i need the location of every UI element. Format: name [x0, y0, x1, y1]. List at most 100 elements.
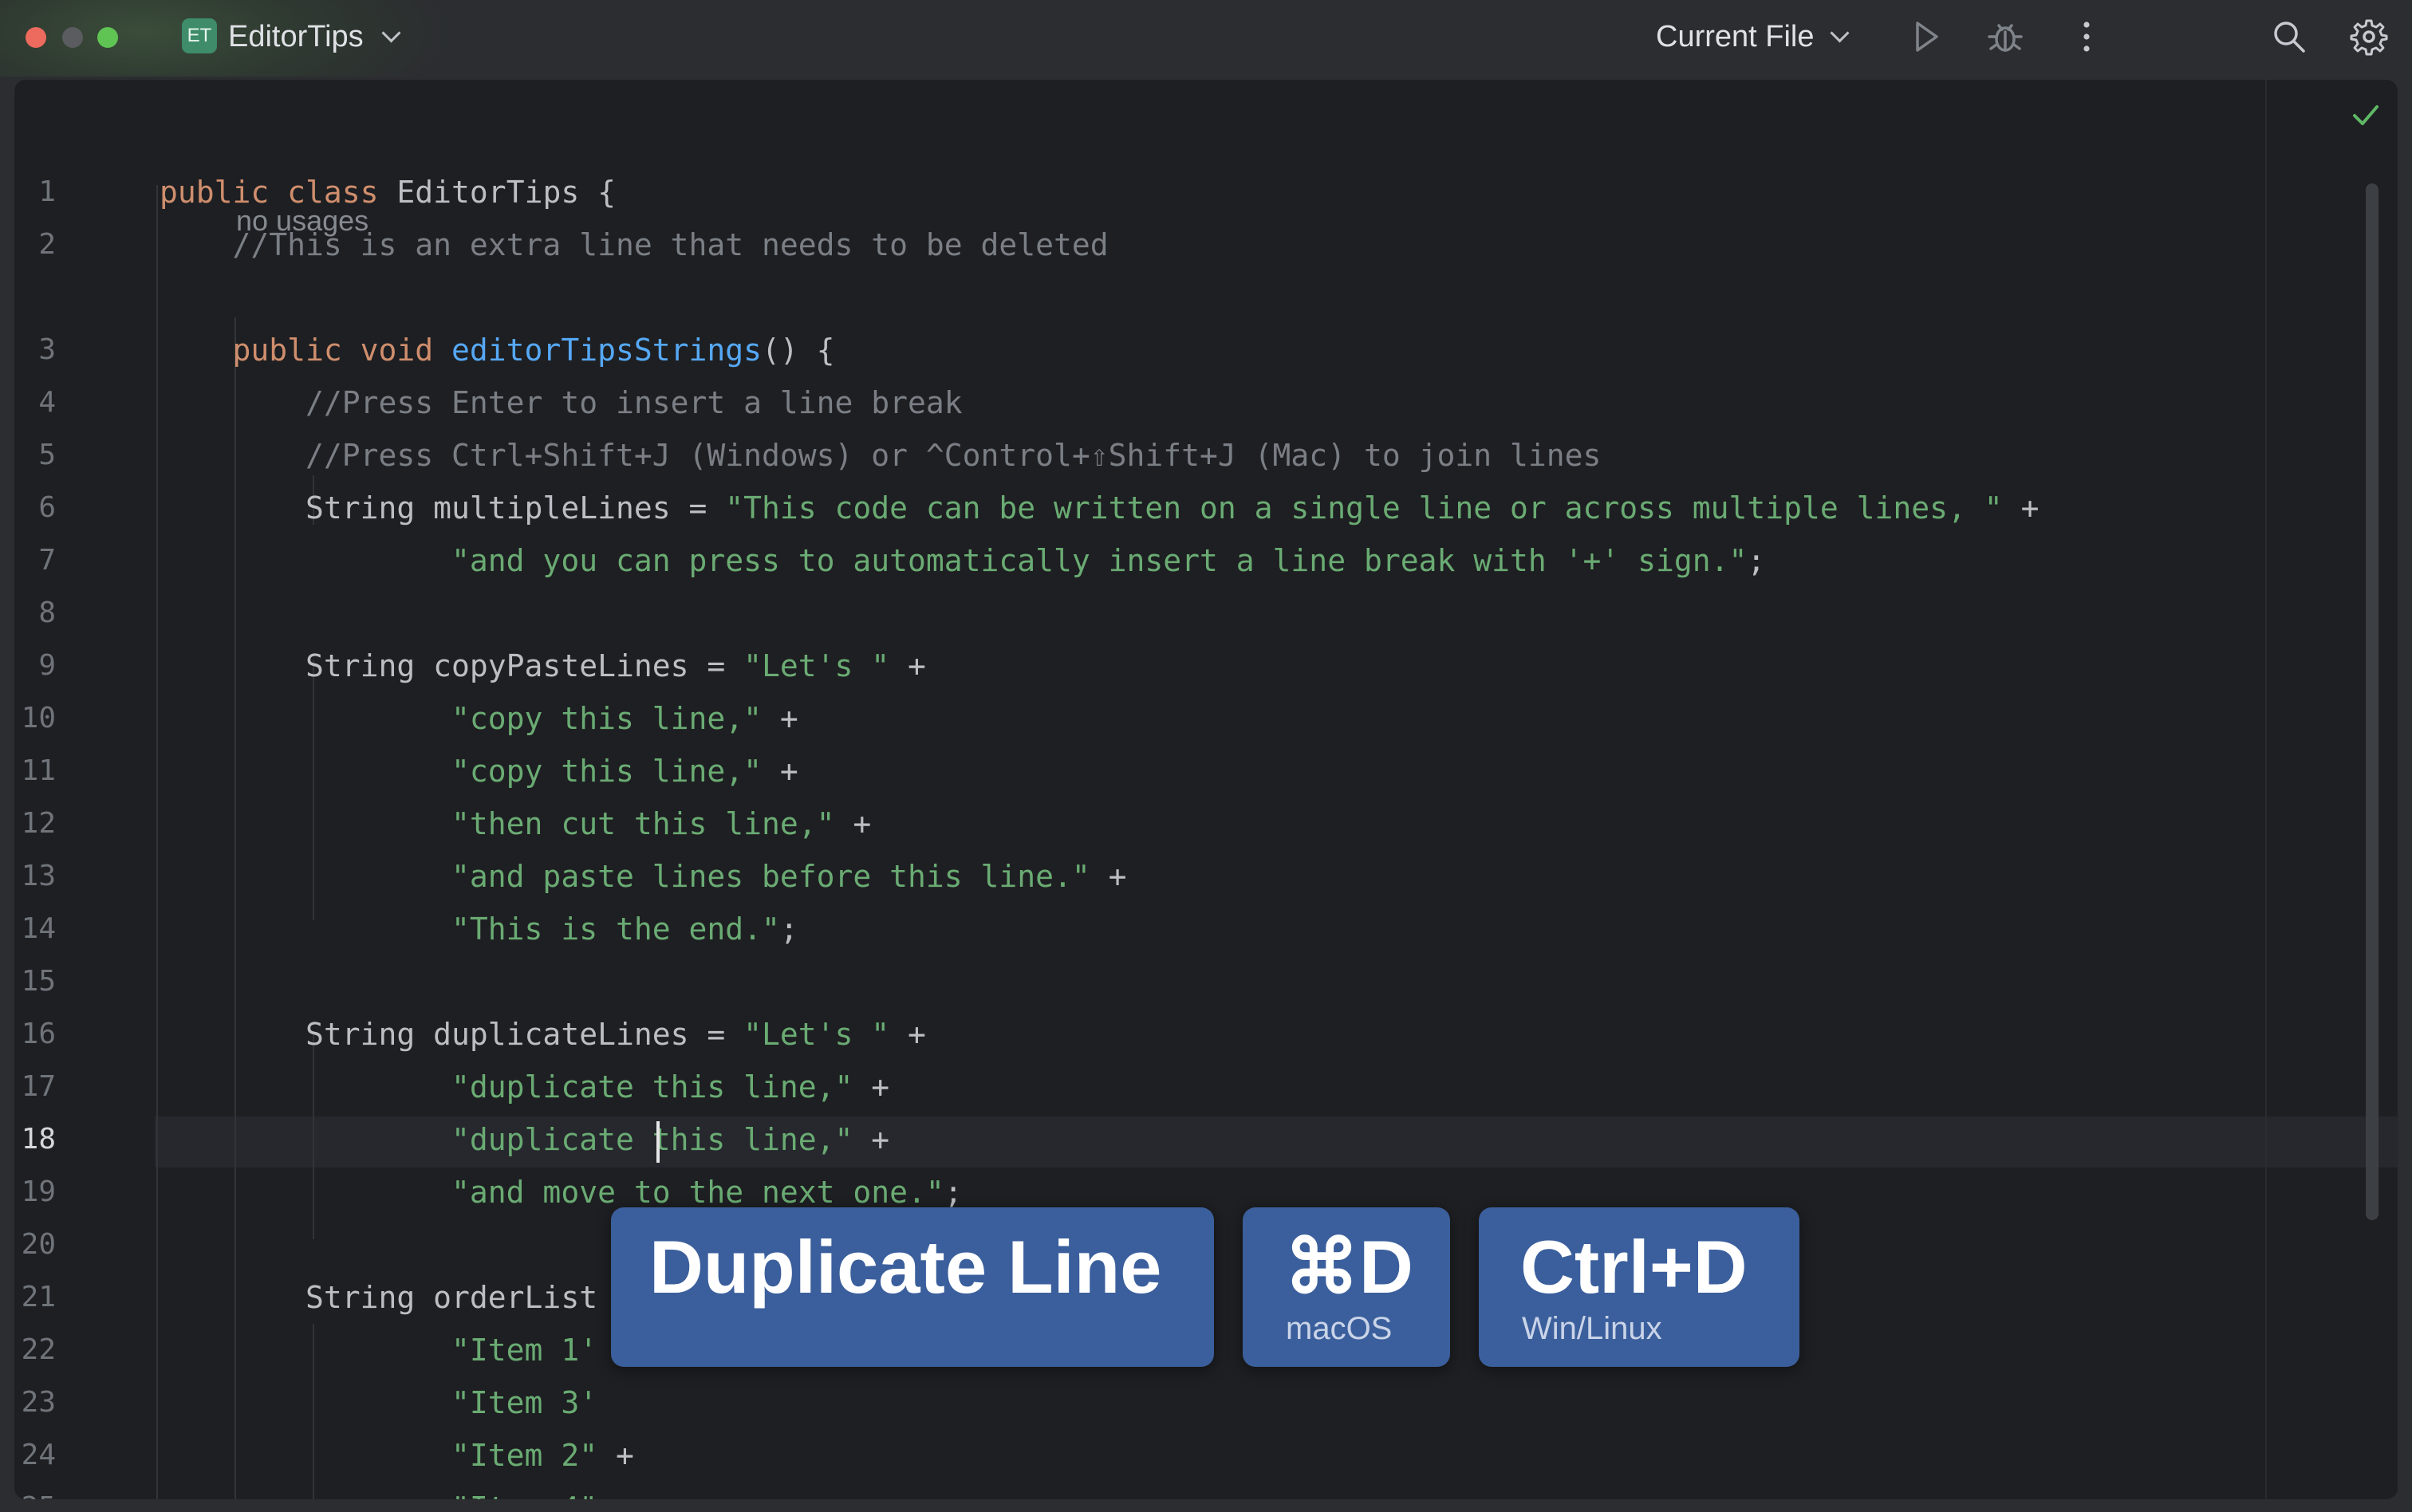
code-token: //Press Ctrl+Shift+J (Windows) or ^Contr…: [160, 438, 1602, 473]
code-token: ;: [597, 1490, 616, 1499]
code-line[interactable]: public class EditorTips {: [160, 166, 616, 219]
line-number[interactable]: 23: [14, 1376, 56, 1429]
mac-shortcut-keys: ⌘D: [1284, 1225, 1413, 1309]
code-token: +: [853, 1122, 890, 1157]
line-number[interactable]: 25: [14, 1482, 56, 1499]
code-token: +: [761, 754, 798, 789]
line-number[interactable]: 11: [14, 745, 56, 797]
line-number[interactable]: 2: [14, 219, 56, 271]
code-line[interactable]: "copy this line," +: [160, 745, 798, 797]
code-line[interactable]: String duplicateLines = "Let's " +: [160, 1008, 926, 1061]
line-number[interactable]: 14: [14, 903, 56, 955]
line-number[interactable]: 21: [14, 1271, 56, 1324]
code-token: "This code can be written on a single li…: [725, 490, 2003, 526]
run-icon[interactable]: [1905, 16, 1946, 57]
gear-icon[interactable]: [2348, 16, 2390, 57]
code-line[interactable]: //Press Enter to insert a line break: [160, 376, 963, 429]
code-token: "and paste lines before this line.": [160, 859, 1090, 894]
code-line[interactable]: "Item 4";: [160, 1482, 616, 1499]
code-line[interactable]: public void editorTipsStrings() {: [160, 324, 835, 376]
text-caret: [656, 1121, 660, 1163]
code-token: "and move to the next one.": [160, 1175, 944, 1210]
line-number[interactable]: 20: [14, 1219, 56, 1271]
code-token: +: [1090, 859, 1127, 894]
line-number[interactable]: 18: [14, 1113, 56, 1166]
code-token: "Item 1': [160, 1333, 598, 1368]
code-token: () {: [761, 333, 835, 368]
code-token: +: [889, 648, 926, 683]
line-number[interactable]: 17: [14, 1061, 56, 1113]
line-number[interactable]: 9: [14, 640, 56, 692]
code-token: String duplicateLines =: [160, 1017, 744, 1052]
maximize-window-icon[interactable]: [97, 27, 118, 48]
code-token: +: [2002, 490, 2040, 526]
code-line[interactable]: "duplicate this line," +: [160, 1113, 889, 1166]
code-token: ;: [944, 1175, 963, 1210]
shortcut-mac-card: ⌘D macOS: [1243, 1207, 1450, 1367]
minimize-window-icon[interactable]: [62, 27, 83, 48]
code-line[interactable]: //Press Ctrl+Shift+J (Windows) or ^Contr…: [160, 429, 1601, 482]
project-name[interactable]: EditorTips: [228, 18, 364, 56]
usage-hint[interactable]: no usages: [236, 195, 368, 247]
line-number[interactable]: 24: [14, 1429, 56, 1482]
vertical-scrollbar[interactable]: [2366, 183, 2378, 1220]
chevron-down-icon[interactable]: [381, 23, 401, 43]
line-number[interactable]: 13: [14, 850, 56, 903]
code-line[interactable]: "This is the end.";: [160, 903, 798, 955]
code-token: "duplicate this line,": [160, 1122, 853, 1157]
code-token: "This is the end.": [160, 912, 780, 947]
code-line[interactable]: String copyPasteLines = "Let's " +: [160, 640, 926, 692]
run-configuration-selector[interactable]: Current File: [1656, 18, 1815, 56]
code-line[interactable]: "copy this line," +: [160, 692, 798, 745]
line-number[interactable]: 19: [14, 1166, 56, 1219]
code-line[interactable]: "Item 2" +: [160, 1429, 634, 1482]
close-window-icon[interactable]: [26, 27, 46, 48]
line-number[interactable]: 6: [14, 482, 56, 534]
line-number[interactable]: 12: [14, 797, 56, 850]
line-number[interactable]: 3: [14, 324, 56, 376]
code-line[interactable]: String multipleLines = "This code can be…: [160, 482, 2039, 534]
code-token: +: [834, 806, 872, 841]
code-token: "and you can press to automatically inse…: [160, 543, 1748, 578]
code-token: +: [597, 1438, 634, 1473]
code-line[interactable]: "and paste lines before this line." +: [160, 850, 1127, 903]
line-number[interactable]: 10: [14, 692, 56, 745]
mac-os-label: macOS: [1286, 1311, 1393, 1346]
code-token: String copyPasteLines =: [160, 648, 744, 683]
code-line[interactable]: "Item 3': [160, 1376, 597, 1429]
code-token: "Item 4": [160, 1490, 597, 1499]
code-token: //Press Enter to insert a line break: [160, 385, 963, 420]
check-icon[interactable]: [2347, 96, 2385, 134]
line-number[interactable]: 4: [14, 376, 56, 429]
code-token: "Let's ": [743, 1017, 890, 1052]
code-token: public void: [160, 333, 452, 368]
code-token: "copy this line,": [160, 701, 762, 736]
line-number[interactable]: 5: [14, 429, 56, 482]
indent-guide: [156, 185, 158, 1499]
code-line[interactable]: "then cut this line," +: [160, 797, 871, 850]
code-token: editorTipsStrings: [451, 333, 762, 368]
line-number[interactable]: 22: [14, 1324, 56, 1376]
debug-icon[interactable]: [1984, 16, 2026, 57]
code-token: ;: [779, 912, 798, 947]
search-icon[interactable]: [2268, 16, 2310, 57]
code-line[interactable]: String orderList: [160, 1271, 597, 1324]
shortcut-action-name: Duplicate Line: [649, 1225, 1162, 1309]
code-line[interactable]: "duplicate this line," +: [160, 1061, 889, 1113]
chevron-down-icon[interactable]: [1830, 23, 1850, 43]
code-token: "Item 2": [160, 1438, 598, 1473]
code-line[interactable]: "and you can press to automatically inse…: [160, 534, 1765, 587]
more-vertical-icon[interactable]: [2066, 16, 2107, 57]
project-badge[interactable]: ET: [182, 18, 217, 53]
line-number[interactable]: 16: [14, 1008, 56, 1061]
code-token: +: [761, 701, 798, 736]
code-token: String multipleLines =: [160, 490, 726, 526]
line-number[interactable]: 1: [14, 166, 56, 219]
line-number[interactable]: 7: [14, 534, 56, 587]
code-token: "copy this line,": [160, 754, 762, 789]
code-line[interactable]: "Item 1': [160, 1324, 597, 1376]
line-number[interactable]: 15: [14, 955, 56, 1008]
windows-shortcut-keys: Ctrl+D: [1520, 1225, 1748, 1309]
line-number[interactable]: 8: [14, 587, 56, 640]
code-token: "duplicate this line,": [160, 1069, 853, 1104]
